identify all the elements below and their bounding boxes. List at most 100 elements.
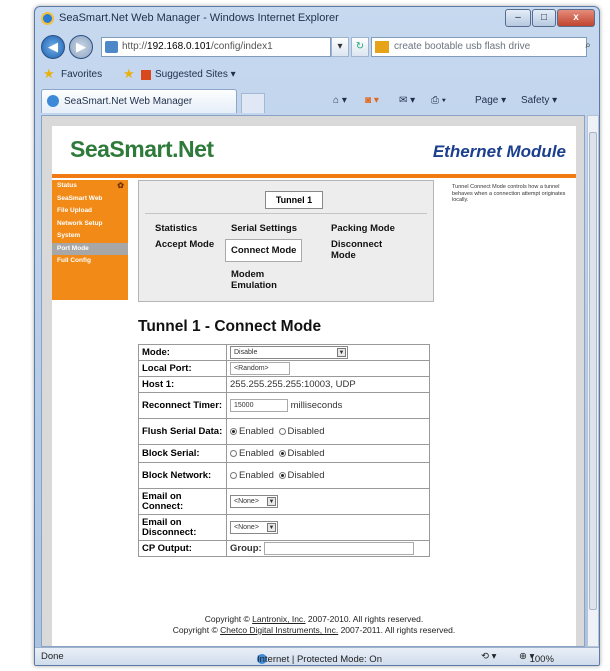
- search-icon[interactable]: ⌕: [581, 37, 595, 57]
- mode-select[interactable]: Disable ▼: [230, 346, 348, 359]
- group-input[interactable]: [264, 542, 415, 555]
- connect-mode-form: Mode: Disable ▼ Local Port: <Random> Host…: [138, 344, 430, 557]
- sidebar-item-system[interactable]: System: [52, 230, 128, 243]
- mode-label: Mode:: [138, 344, 227, 361]
- local-port-input[interactable]: <Random>: [230, 362, 290, 375]
- refresh-icon[interactable]: ↻: [351, 37, 369, 57]
- rss-feed-icon[interactable]: ◙ ▾: [365, 95, 379, 106]
- print-icon[interactable]: ⎙ ▾: [431, 95, 446, 106]
- title-bar: SeaSmart.Net Web Manager - Windows Inter…: [35, 7, 599, 31]
- flush-enabled-radio[interactable]: [230, 427, 237, 435]
- address-bar[interactable]: http://192.168.0.101/config/index1: [101, 37, 331, 57]
- email-on-connect-value: <None>: [234, 498, 259, 505]
- flush-enabled-label: Enabled: [239, 425, 274, 437]
- address-path: /config/index1: [210, 41, 273, 52]
- cp-output-cell: Group:: [226, 540, 430, 557]
- block-serial-enabled-radio[interactable]: [230, 449, 237, 457]
- email-on-connect-select[interactable]: <None> ▼: [230, 495, 278, 508]
- back-button[interactable]: ◀: [41, 35, 65, 59]
- sidebar-item-label: Network Setup: [57, 219, 103, 227]
- favorites-bar: ★ Favorites ★ Suggested Sites ▾: [35, 63, 599, 87]
- sidebar-item-label: Status: [57, 182, 77, 189]
- tab-packing-mode[interactable]: Packing Mode: [331, 223, 395, 234]
- tab-disconnect-mode[interactable]: Disconnect Mode: [331, 239, 401, 261]
- scrollbar-thumb[interactable]: [589, 132, 597, 610]
- email-on-disconnect-select[interactable]: <None> ▼: [230, 521, 278, 534]
- table-row: Email on Disconnect: <None> ▼: [138, 514, 430, 541]
- protected-mode-icon[interactable]: ⟲ ▾: [481, 651, 496, 662]
- chetco-link[interactable]: Chetco Digital Instruments, Inc.: [220, 625, 338, 635]
- navigation-bar: ◀ ▶ http://192.168.0.101/config/index1 ▾…: [35, 33, 599, 61]
- address-prefix: http://: [122, 41, 148, 52]
- search-input[interactable]: create bootable usb flash drive: [371, 37, 587, 57]
- block-network-enabled-radio[interactable]: [230, 471, 237, 479]
- favorites-button[interactable]: Favorites: [61, 69, 102, 80]
- sidebar-item-port-mode[interactable]: Port Mode: [52, 242, 128, 255]
- forward-button[interactable]: ▶: [69, 35, 93, 59]
- block-serial-disabled-radio[interactable]: [278, 449, 286, 457]
- block-network-cell: Enabled Disabled: [226, 462, 430, 489]
- new-tab-button[interactable]: [241, 93, 265, 113]
- chevron-down-icon: ▼: [267, 497, 276, 506]
- sidebar-item-seasmart-web[interactable]: SeaSmart Web: [52, 193, 128, 206]
- chevron-down-icon: ▼: [337, 348, 346, 357]
- reconnect-timer-input[interactable]: 15000: [230, 399, 288, 412]
- tunnel-tab-panel: Tunnel 1 Statistics Serial Settings Pack…: [138, 180, 434, 302]
- mode-select-value: Disable: [234, 349, 258, 356]
- block-serial-cell: Enabled Disabled: [226, 444, 430, 463]
- maximize-button[interactable]: □: [532, 9, 556, 27]
- close-button[interactable]: x: [557, 9, 595, 27]
- sidebar-item-file-upload[interactable]: File Upload: [52, 205, 128, 218]
- flush-serial-data-cell: Enabled Disabled: [226, 418, 430, 445]
- table-row: Mode: Disable ▼: [138, 344, 430, 361]
- copyright-suffix: 2007-2011. All rights reserved.: [338, 625, 456, 635]
- address-host: 192.168.0.101: [147, 41, 211, 52]
- host1-value[interactable]: 255.255.255.255:10003, UDP: [226, 376, 430, 393]
- home-icon[interactable]: ⌂ ▾: [333, 95, 347, 106]
- add-favorite-icon[interactable]: ★: [123, 66, 135, 82]
- block-network-disabled-radio[interactable]: [278, 471, 286, 479]
- flush-disabled-radio[interactable]: [278, 427, 286, 435]
- lantronix-link[interactable]: Lantronix, Inc.: [252, 614, 305, 624]
- table-row: Local Port: <Random>: [138, 360, 430, 377]
- tab-favicon: [47, 95, 59, 107]
- site-logo: SeaSmart.Net: [70, 136, 214, 162]
- zoom-level: 100%: [529, 654, 554, 665]
- tab-accept-mode[interactable]: Accept Mode: [155, 239, 215, 250]
- tab-statistics[interactable]: Statistics: [155, 223, 197, 234]
- tab-connect-mode[interactable]: Connect Mode: [225, 239, 303, 262]
- flush-serial-data-label: Flush Serial Data:: [138, 418, 227, 445]
- page-menu[interactable]: Page ▾: [475, 95, 506, 106]
- mode-cell: Disable ▼: [226, 344, 430, 361]
- search-provider-icon: [375, 41, 389, 53]
- address-dropdown-icon[interactable]: ▾: [331, 37, 349, 57]
- sidebar-item-status[interactable]: Status ✿: [52, 180, 128, 193]
- gear-icon[interactable]: ✿: [117, 180, 124, 193]
- tab-modem-emulation[interactable]: Modem Emulation: [231, 269, 291, 291]
- suggested-sites-link[interactable]: Suggested Sites ▾: [155, 69, 236, 80]
- vertical-scrollbar[interactable]: [587, 115, 599, 647]
- cp-output-label: CP Output:: [138, 540, 227, 557]
- ie-icon: [41, 12, 54, 25]
- block-serial-label: Block Serial:: [138, 444, 227, 463]
- mail-icon[interactable]: ✉ ▾: [399, 95, 415, 106]
- favorites-star-icon[interactable]: ★: [43, 66, 55, 82]
- block-network-enabled-label: Enabled: [239, 469, 274, 481]
- sidebar-item-network-setup[interactable]: Network Setup: [52, 218, 128, 231]
- block-network-label: Block Network:: [138, 462, 227, 489]
- minimize-button[interactable]: –: [505, 9, 531, 27]
- copyright-prefix: Copyright ©: [172, 625, 221, 635]
- sidebar-item-full-config[interactable]: Full Config: [52, 255, 128, 268]
- tunnel-selector[interactable]: Tunnel 1: [265, 191, 323, 209]
- module-title: Ethernet Module: [432, 142, 566, 161]
- browser-tab[interactable]: SeaSmart.Net Web Manager: [41, 89, 237, 113]
- zoom-control[interactable]: ⊕ 100% ▾: [519, 651, 554, 665]
- tab-serial-settings[interactable]: Serial Settings: [231, 223, 297, 234]
- status-text: Done: [41, 651, 64, 662]
- group-label: Group:: [230, 543, 262, 555]
- reconnect-timer-unit: milliseconds: [290, 400, 343, 412]
- table-row: Block Serial: Enabled Disabled: [138, 444, 430, 463]
- safety-menu[interactable]: Safety ▾: [521, 95, 557, 106]
- flush-disabled-label: Disabled: [287, 425, 325, 437]
- search-text: create bootable usb flash drive: [394, 41, 531, 52]
